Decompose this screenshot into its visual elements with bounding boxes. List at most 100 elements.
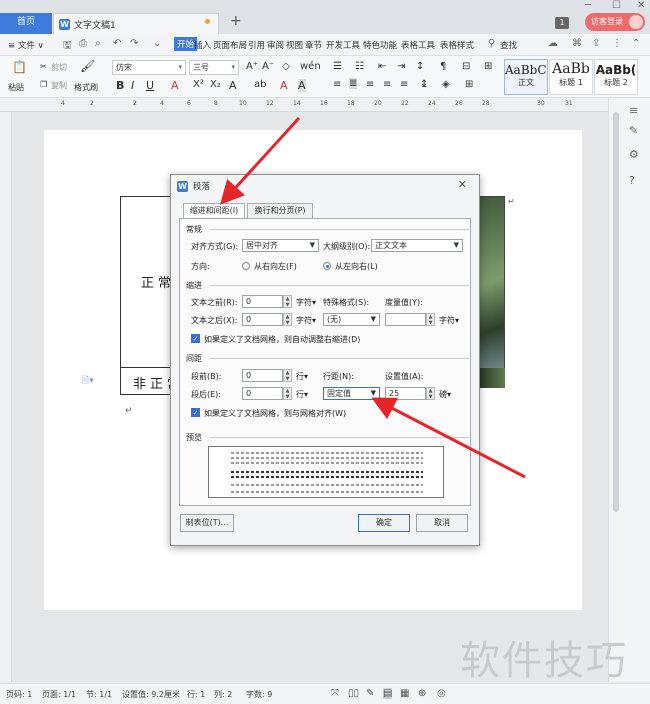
help-icon[interactable]: ?: [629, 174, 635, 187]
read-mode-icon[interactable]: ▯▯: [348, 688, 359, 699]
style-heading-1[interactable]: AaBb 标题 1: [549, 59, 593, 95]
font-name-select[interactable]: 仿宋 ▾: [112, 60, 186, 75]
menu-item-layout[interactable]: 页面布局: [213, 39, 247, 51]
subscript-icon[interactable]: X₂: [210, 79, 221, 90]
borders-icon[interactable]: ⊞: [465, 79, 473, 90]
highlight-icon[interactable]: ab: [254, 79, 266, 90]
auto-adjust-checkbox[interactable]: ✓: [191, 334, 200, 343]
outline-view-icon[interactable]: ▦: [400, 688, 409, 699]
copy-icon[interactable]: ❐: [40, 80, 47, 89]
shading-icon[interactable]: ◈: [442, 79, 450, 90]
fit-icon[interactable]: ⤧: [331, 688, 339, 699]
pen-icon[interactable]: ✎: [629, 124, 638, 137]
format-painter-icon[interactable]: 🖌: [80, 59, 95, 73]
char-border-icon[interactable]: A: [298, 79, 306, 92]
horizontal-ruler[interactable]: 4 2 2 4 6 8 10 12 14 16 18 20 22 24 26 2…: [0, 98, 608, 112]
adjust-icon[interactable]: ⚙: [629, 148, 639, 161]
more-icon[interactable]: ⌄: [153, 38, 161, 49]
bullets-icon[interactable]: ☰: [333, 61, 342, 72]
login-button[interactable]: 访客登录: [585, 13, 645, 31]
indent-after-unit[interactable]: 字符▾: [296, 315, 316, 326]
decrease-indent-icon[interactable]: ⇤: [378, 61, 386, 72]
set-value-unit[interactable]: 磅▾: [439, 389, 451, 400]
collapse-ribbon-icon[interactable]: ⌃: [632, 38, 640, 49]
window-count-badge[interactable]: 1: [555, 17, 569, 29]
font-color-icon[interactable]: A: [171, 79, 179, 92]
maximize-icon[interactable]: ☐: [612, 0, 621, 11]
undo-icon[interactable]: ↶: [113, 38, 121, 49]
save-icon[interactable]: 🖫: [63, 38, 72, 55]
tab-indent-spacing[interactable]: 缩进和间距(I): [183, 203, 245, 218]
print-icon[interactable]: ⎙: [79, 38, 87, 49]
justify-icon[interactable]: ≡: [383, 79, 391, 90]
tab-stops-button[interactable]: 制表位(T)...: [180, 514, 234, 532]
sidebar-collapse-icon[interactable]: ≡: [629, 104, 638, 117]
menu-item-features[interactable]: 特色功能: [363, 39, 397, 51]
format-painter-button[interactable]: 格式刷: [74, 82, 98, 93]
space-before-stepper[interactable]: ▲ ▼: [283, 369, 292, 382]
align-select[interactable]: 居中对齐 ▼: [242, 239, 319, 252]
cut-icon[interactable]: ✂: [40, 62, 47, 71]
space-before-input[interactable]: 0: [242, 369, 283, 382]
menu-item-table-tools[interactable]: 表格工具: [401, 39, 435, 51]
set-value-input[interactable]: 25: [385, 387, 426, 400]
tab-line-page-breaks[interactable]: 换行和分页(P): [247, 203, 313, 218]
table-layout-icon[interactable]: ⊟: [462, 61, 470, 72]
table-image[interactable]: [478, 196, 505, 386]
file-menu[interactable]: ≡ 文件 ∨: [8, 39, 44, 51]
superscript-icon[interactable]: X²: [193, 79, 204, 90]
more-options-icon[interactable]: ⋮: [612, 38, 622, 49]
tab-document[interactable]: W 文字文稿1: [53, 13, 219, 34]
shrink-font-icon[interactable]: A⁻: [262, 61, 274, 72]
paragraph-handle-icon[interactable]: 🗎▾: [82, 373, 94, 389]
minimize-icon[interactable]: ─: [585, 0, 591, 11]
search-icon[interactable]: ⚲: [488, 38, 495, 49]
measure-stepper[interactable]: ▲ ▼: [426, 313, 435, 326]
indent-after-stepper[interactable]: ▲ ▼: [283, 313, 292, 326]
ltr-label[interactable]: 从左向右(L): [335, 261, 378, 272]
copy-button[interactable]: 复制: [51, 80, 67, 91]
menu-item-reference[interactable]: 引用: [248, 39, 265, 51]
ltr-radio[interactable]: [323, 262, 331, 270]
italic-icon[interactable]: I: [131, 79, 134, 92]
bold-icon[interactable]: B: [116, 79, 124, 92]
cancel-button[interactable]: 取消: [416, 514, 468, 532]
new-tab-button[interactable]: +: [230, 13, 242, 29]
numbering-icon[interactable]: ☷: [355, 61, 364, 72]
menu-item-review[interactable]: 审阅: [267, 39, 284, 51]
close-window-icon[interactable]: ✕: [637, 0, 645, 11]
vertical-scrollbar[interactable]: [613, 112, 619, 512]
measure-input[interactable]: [385, 313, 426, 326]
tab-home[interactable]: 首页: [0, 13, 52, 34]
align-center-icon[interactable]: ≣: [349, 78, 358, 89]
measure-unit[interactable]: 字符▾: [439, 315, 459, 326]
ok-button[interactable]: 确定: [358, 514, 410, 532]
sort-icon[interactable]: ↕: [416, 61, 424, 72]
space-after-stepper[interactable]: ▲ ▼: [283, 387, 292, 400]
vertical-ruler[interactable]: [0, 112, 12, 682]
cut-button[interactable]: 剪切: [51, 62, 67, 73]
underline-icon[interactable]: U: [146, 79, 154, 92]
rtl-label[interactable]: 从右向左(F): [254, 261, 297, 272]
special-format-select[interactable]: (无) ▼: [323, 313, 380, 326]
style-normal[interactable]: AaBbCc 正文: [504, 59, 548, 95]
char-shading-icon[interactable]: A: [280, 79, 288, 92]
indent-before-stepper[interactable]: ▲ ▼: [283, 295, 292, 308]
pinyin-icon[interactable]: wén: [300, 61, 321, 72]
snap-grid-checkbox[interactable]: ✓: [191, 408, 200, 417]
page-view-icon[interactable]: ▤: [383, 688, 393, 699]
indent-before-input[interactable]: 0: [242, 295, 283, 308]
clear-format-icon[interactable]: ◇: [282, 61, 290, 72]
line-spacing-select[interactable]: 固定值 ▼: [323, 387, 380, 400]
grid-icon[interactable]: ⊞: [484, 61, 492, 72]
close-icon[interactable]: ✕: [458, 178, 467, 191]
snap-grid-label[interactable]: 如果定义了文档网格，则与网格对齐(W): [204, 408, 346, 419]
menu-item-chapter[interactable]: 章节: [305, 39, 322, 51]
line-spacing-icon[interactable]: ↨: [420, 79, 428, 90]
cloud-icon[interactable]: ☁: [548, 38, 558, 49]
pen-mode-icon[interactable]: ✎: [366, 688, 374, 699]
menu-item-dev-tools[interactable]: 开发工具: [326, 39, 360, 51]
menu-item-view[interactable]: 视图: [286, 39, 303, 51]
paste-button[interactable]: 粘贴: [8, 82, 24, 93]
rtl-radio[interactable]: [242, 262, 250, 270]
